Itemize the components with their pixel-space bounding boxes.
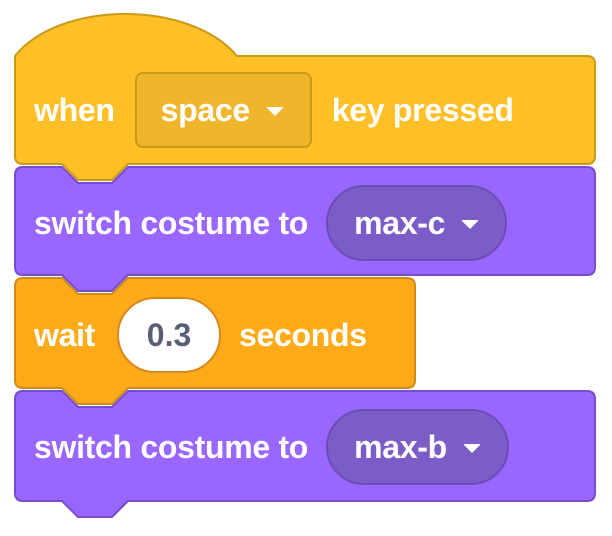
chevron-down-icon — [265, 107, 284, 116]
switch-costume-row-2: switch costume to max-b — [34, 407, 509, 487]
wait-label: wait — [34, 316, 96, 353]
costume-dropdown-value: max-b — [354, 428, 447, 465]
switch-costume-label: switch costume to — [34, 204, 309, 241]
costume-dropdown-1[interactable]: max-c — [326, 185, 508, 261]
costume-dropdown-2[interactable]: max-b — [326, 409, 509, 485]
chevron-down-icon — [462, 444, 481, 453]
costume-dropdown-value: max-c — [354, 204, 446, 241]
seconds-input-value: 0.3 — [146, 316, 192, 353]
switch-costume-row-1: switch costume to max-c — [34, 183, 508, 263]
wait-row: wait 0.3 seconds — [34, 295, 367, 375]
key-dropdown[interactable]: space — [134, 72, 312, 148]
seconds-label: seconds — [239, 316, 367, 353]
key-pressed-label: key pressed — [331, 91, 514, 128]
when-label: when — [34, 91, 115, 128]
switch-costume-label: switch costume to — [34, 428, 309, 465]
key-dropdown-value: space — [160, 91, 251, 128]
seconds-input[interactable]: 0.3 — [117, 297, 222, 373]
chevron-down-icon — [461, 220, 480, 229]
when-key-pressed-row: when space key pressed — [34, 70, 514, 150]
